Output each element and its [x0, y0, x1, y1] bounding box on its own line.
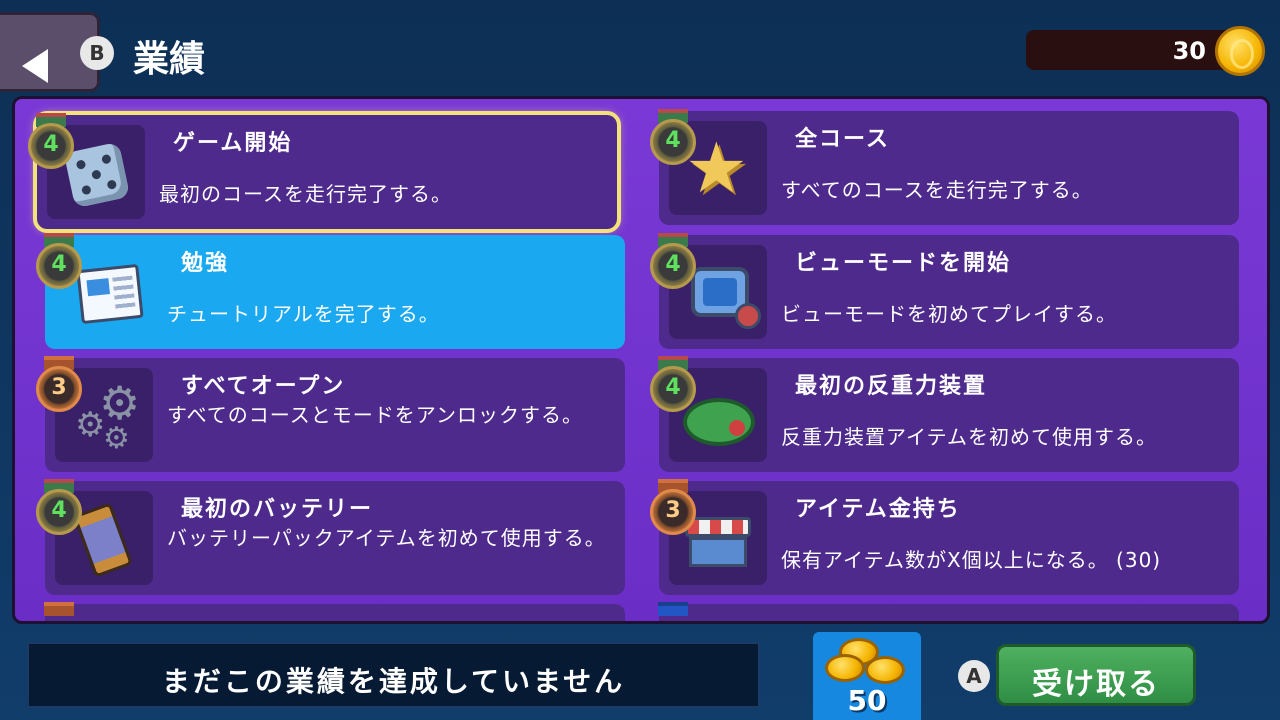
- achievement-title: 最初の反重力装置: [795, 374, 988, 399]
- a-button-hint: A: [958, 660, 990, 692]
- achievement-card[interactable]: 4 最初のバッテリー バッテリーパックアイテムを初めて使用する。: [36, 479, 625, 595]
- achievement-title: すべてオープン: [181, 374, 346, 399]
- reward-amount: 50: [847, 684, 887, 717]
- achievement-description: バッテリーパックアイテムを初めて使用する。: [167, 526, 606, 550]
- medal-icon: [36, 602, 82, 621]
- page-title: 業績: [133, 39, 206, 80]
- medal-icon: 4: [650, 109, 696, 165]
- achievement-card[interactable]: ★ 4 全コース すべてのコースを走行完了する。: [650, 109, 1239, 225]
- achievement-description: 最初のコースを走行完了する。: [159, 182, 452, 206]
- medal-icon: 4: [36, 233, 82, 289]
- coin-count: 30: [1172, 37, 1206, 65]
- achievement-description: チュートリアルを完了する。: [167, 302, 440, 326]
- achievement-list[interactable]: 4 ゲーム開始 最初のコースを走行完了する。 ★ 4 全コース すべてのコースを…: [12, 96, 1270, 624]
- newspaper-icon: [76, 263, 144, 325]
- achievement-card[interactable]: 3 アイテム金持ち 保有アイテム数がX個以上になる。 (30): [650, 479, 1239, 595]
- medal-icon: 3: [36, 356, 82, 412]
- achievement-title: 全コース: [795, 127, 890, 152]
- b-button-hint: B: [80, 36, 114, 70]
- claim-button[interactable]: 受け取る: [996, 644, 1196, 706]
- medal-icon: 4: [28, 113, 74, 169]
- achievement-description: すべてのコースを走行完了する。: [781, 178, 1093, 202]
- achievement-description: すべてのコースとモードをアンロックする。: [167, 403, 583, 427]
- no-sign-icon: [735, 303, 761, 329]
- achievement-title: 最初のバッテリー: [181, 497, 374, 522]
- reward-display: 50: [813, 632, 921, 720]
- medal-icon: 4: [36, 479, 82, 535]
- achievement-card[interactable]: ⚙ ⚙ ⚙ 3 すべてオープン すべてのコースとモードをアンロックする。: [36, 356, 625, 472]
- achievement-card-partial[interactable]: [44, 602, 625, 621]
- achievement-description: 反重力装置アイテムを初めて使用する。: [781, 425, 1157, 449]
- medal-icon: [650, 602, 696, 621]
- status-message-box: まだこの業績を達成していません: [27, 642, 760, 708]
- achievement-card-partial[interactable]: [658, 602, 1239, 621]
- status-message: まだこの業績を達成していません: [161, 665, 626, 698]
- achievement-title: アイテム金持ち: [795, 497, 961, 522]
- achievement-description: ビューモードを初めてプレイする。: [781, 302, 1117, 326]
- achievement-card[interactable]: 4 ゲーム開始 最初のコースを走行完了する。: [28, 111, 621, 233]
- medal-icon: 4: [650, 356, 696, 412]
- medal-icon: 3: [650, 479, 696, 535]
- achievement-title: 勉強: [181, 251, 230, 276]
- achievement-title: ゲーム開始: [173, 131, 293, 156]
- achievement-card[interactable]: 4 ビューモードを開始 ビューモードを初めてプレイする。: [650, 233, 1239, 349]
- medal-icon: 4: [650, 233, 696, 289]
- back-arrow-icon: [22, 49, 48, 83]
- achievement-card[interactable]: 4 勉強 チュートリアルを完了する。: [36, 233, 625, 349]
- achievement-title: ビューモードを開始: [795, 251, 1012, 276]
- achievement-card[interactable]: 4 最初の反重力装置 反重力装置アイテムを初めて使用する。: [650, 356, 1239, 472]
- achievement-description: 保有アイテム数がX個以上になる。 (30): [781, 548, 1162, 572]
- coin-icon: [1215, 26, 1265, 76]
- claim-button-label: 受け取る: [1032, 667, 1160, 702]
